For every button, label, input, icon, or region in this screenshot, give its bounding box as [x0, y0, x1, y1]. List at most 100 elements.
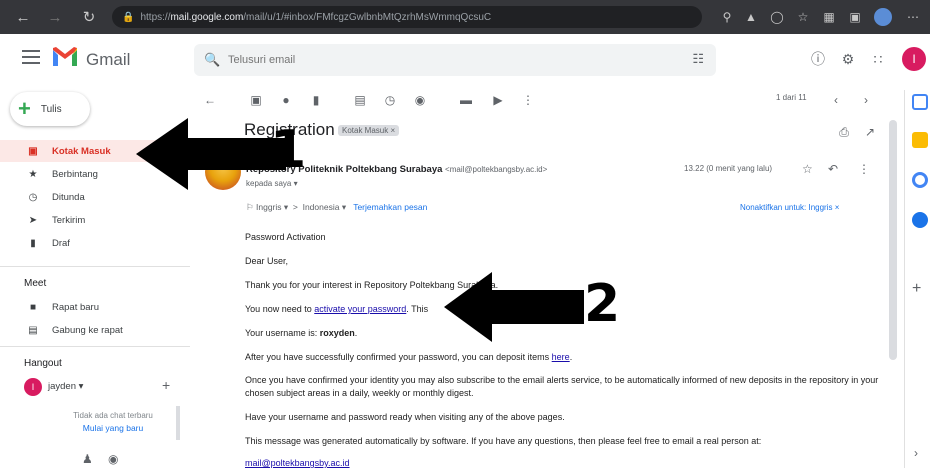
- keyboard-icon: ▤: [28, 324, 38, 336]
- settings-icon[interactable]: ⚙: [838, 49, 858, 69]
- move-to-icon[interactable]: ▬: [458, 92, 474, 108]
- add-task-icon[interactable]: ◉: [412, 92, 428, 108]
- search-input[interactable]: [228, 51, 648, 69]
- tasks-icon[interactable]: [912, 172, 928, 188]
- delete-icon[interactable]: ▮: [308, 92, 324, 108]
- label-chip-text: Kotak Masuk: [342, 126, 389, 135]
- main-menu-icon[interactable]: [22, 50, 40, 64]
- menu-icon[interactable]: ⋯: [904, 8, 922, 26]
- search-bar[interactable]: 🔍 ☷: [194, 44, 716, 76]
- back-to-inbox-icon[interactable]: ←: [202, 92, 218, 108]
- compose-label: Tulis: [40, 103, 62, 115]
- extension-icon[interactable]: ◯: [768, 8, 786, 26]
- puzzle-icon[interactable]: ▣: [846, 8, 864, 26]
- translate-from-text: Inggris: [256, 202, 282, 212]
- sidebar-item-label: Berbintang: [52, 168, 98, 180]
- body-heading: Password Activation: [245, 232, 326, 242]
- reply-icon[interactable]: ↶: [828, 162, 838, 176]
- meet-new-meeting[interactable]: ■ Rapat baru: [0, 296, 175, 318]
- activate-password-link[interactable]: activate your password: [314, 304, 406, 314]
- start-new-chat-link[interactable]: Mulai yang baru: [48, 422, 178, 434]
- video-icon: ■: [29, 301, 37, 313]
- contact-email-link[interactable]: mail@poltekbangsby.ac.id: [245, 458, 350, 468]
- show-side-panel-icon[interactable]: ›: [914, 446, 918, 460]
- keep-icon[interactable]: [912, 132, 928, 148]
- side-panel-divider: [904, 90, 905, 468]
- message-scrollbar[interactable]: [889, 120, 897, 360]
- translate-icon: ⚐: [246, 202, 254, 212]
- translate-to[interactable]: Indonesia ▾: [303, 202, 347, 212]
- mark-unread-icon[interactable]: ▤: [352, 92, 368, 108]
- hangout-avatar[interactable]: I: [24, 378, 42, 396]
- gmail-logo-icon[interactable]: [52, 46, 78, 68]
- search-options-icon[interactable]: ☷: [692, 51, 704, 67]
- inbox-icon: ▣: [28, 145, 38, 157]
- meet-title: Meet: [24, 278, 47, 289]
- translate-from[interactable]: Inggris ▾: [256, 202, 288, 212]
- print-icon[interactable]: ⎙: [836, 124, 852, 140]
- translate-disable-text: Nonaktifkan untuk: Inggris: [740, 203, 833, 212]
- report-spam-icon[interactable]: ●: [278, 92, 294, 108]
- browser-toolbar: ← → ↻ 🔒 https://mail.google.com/mail/u/1…: [0, 0, 930, 34]
- bookmark-star-icon[interactable]: ☆: [794, 8, 812, 26]
- translate-disable-link[interactable]: Nonaktifkan untuk: Inggris ×: [740, 203, 839, 212]
- hangout-user[interactable]: jayden ▾: [48, 381, 83, 392]
- sidebar-item-sent[interactable]: ➤ Terkirim: [0, 209, 175, 231]
- body-alerts: Once you have confirmed your identity yo…: [245, 375, 879, 398]
- reload-icon[interactable]: ↻: [78, 6, 100, 28]
- open-new-window-icon[interactable]: ↗: [862, 124, 878, 140]
- body-ready: Have your username and password ready wh…: [245, 412, 565, 422]
- username-value: roxyden: [319, 328, 355, 338]
- star-toggle-icon[interactable]: ☆: [802, 162, 813, 176]
- contacts-app-icon[interactable]: [912, 212, 928, 228]
- translate-message-link[interactable]: Terjemahkan pesan: [353, 202, 427, 212]
- more-options-icon[interactable]: ⋮: [520, 92, 536, 108]
- annotation-number-1: 1: [270, 120, 307, 180]
- older-icon[interactable]: ›: [858, 92, 874, 108]
- profile-icon[interactable]: [874, 8, 892, 26]
- key-icon[interactable]: ⚲: [718, 8, 736, 26]
- meet-item-label: Rapat baru: [52, 301, 100, 313]
- calendar-icon[interactable]: [912, 94, 928, 110]
- apps-icon[interactable]: ∷: [868, 49, 888, 69]
- message-more-icon[interactable]: ⋮: [858, 162, 870, 176]
- clock-icon: ◷: [28, 191, 38, 203]
- gmail-logo-text[interactable]: Gmail: [86, 50, 130, 70]
- body-deposit-line: After you have successfully confirmed yo…: [245, 352, 573, 362]
- activate-suffix: . This: [406, 304, 429, 314]
- collections-icon[interactable]: ▦: [820, 8, 838, 26]
- address-bar[interactable]: 🔒 https://mail.google.com/mail/u/1/#inbo…: [112, 6, 702, 28]
- add-chat-icon[interactable]: +: [162, 377, 170, 393]
- meet-join-meeting[interactable]: ▤ Gabung ke rapat: [0, 319, 175, 341]
- account-avatar[interactable]: I: [902, 47, 926, 71]
- sidebar-item-drafts[interactable]: ▮ Draf: [0, 232, 175, 254]
- username-prefix: Your username is:: [245, 328, 318, 338]
- archive-icon[interactable]: ▣: [248, 92, 264, 108]
- back-icon[interactable]: ←: [12, 6, 34, 28]
- hangout-title: Hangout: [24, 358, 62, 369]
- inbox-label-chip[interactable]: Kotak Masuk ×: [338, 125, 400, 136]
- deposit-here-link[interactable]: here: [552, 352, 570, 362]
- translate-bar: ⚐ Inggris ▾ > Indonesia ▾ Terjemahkan pe…: [246, 202, 427, 213]
- snooze-icon[interactable]: ◷: [382, 92, 398, 108]
- deposit-text: After you have successfully confirmed yo…: [245, 352, 550, 362]
- chat-scrollbar[interactable]: [176, 406, 180, 440]
- no-chat-text: Tidak ada chat terbaru: [73, 411, 153, 420]
- newer-icon[interactable]: ‹: [828, 92, 844, 108]
- no-chat-panel: Tidak ada chat terbaru Mulai yang baru: [48, 410, 178, 434]
- lock-icon: 🔒: [122, 11, 135, 23]
- help-icon[interactable]: ⓘ: [808, 49, 828, 69]
- divider: [0, 266, 190, 267]
- contacts-icon[interactable]: ♟: [82, 452, 93, 466]
- chat-bubble-icon[interactable]: ◉: [108, 452, 118, 466]
- add-addon-icon[interactable]: +: [912, 280, 921, 298]
- forward-icon[interactable]: →: [44, 6, 66, 28]
- compose-button[interactable]: + Tulis: [10, 92, 90, 126]
- body-username-line: Your username is: roxyden.: [245, 328, 358, 338]
- body-greeting: Dear User,: [245, 256, 289, 266]
- label-icon[interactable]: ▶: [490, 92, 506, 108]
- draft-icon: ▮: [30, 237, 36, 249]
- translate-ext-icon[interactable]: ▲: [742, 8, 760, 26]
- hangout-user-name: jayden: [48, 381, 76, 392]
- search-icon[interactable]: 🔍: [204, 52, 220, 68]
